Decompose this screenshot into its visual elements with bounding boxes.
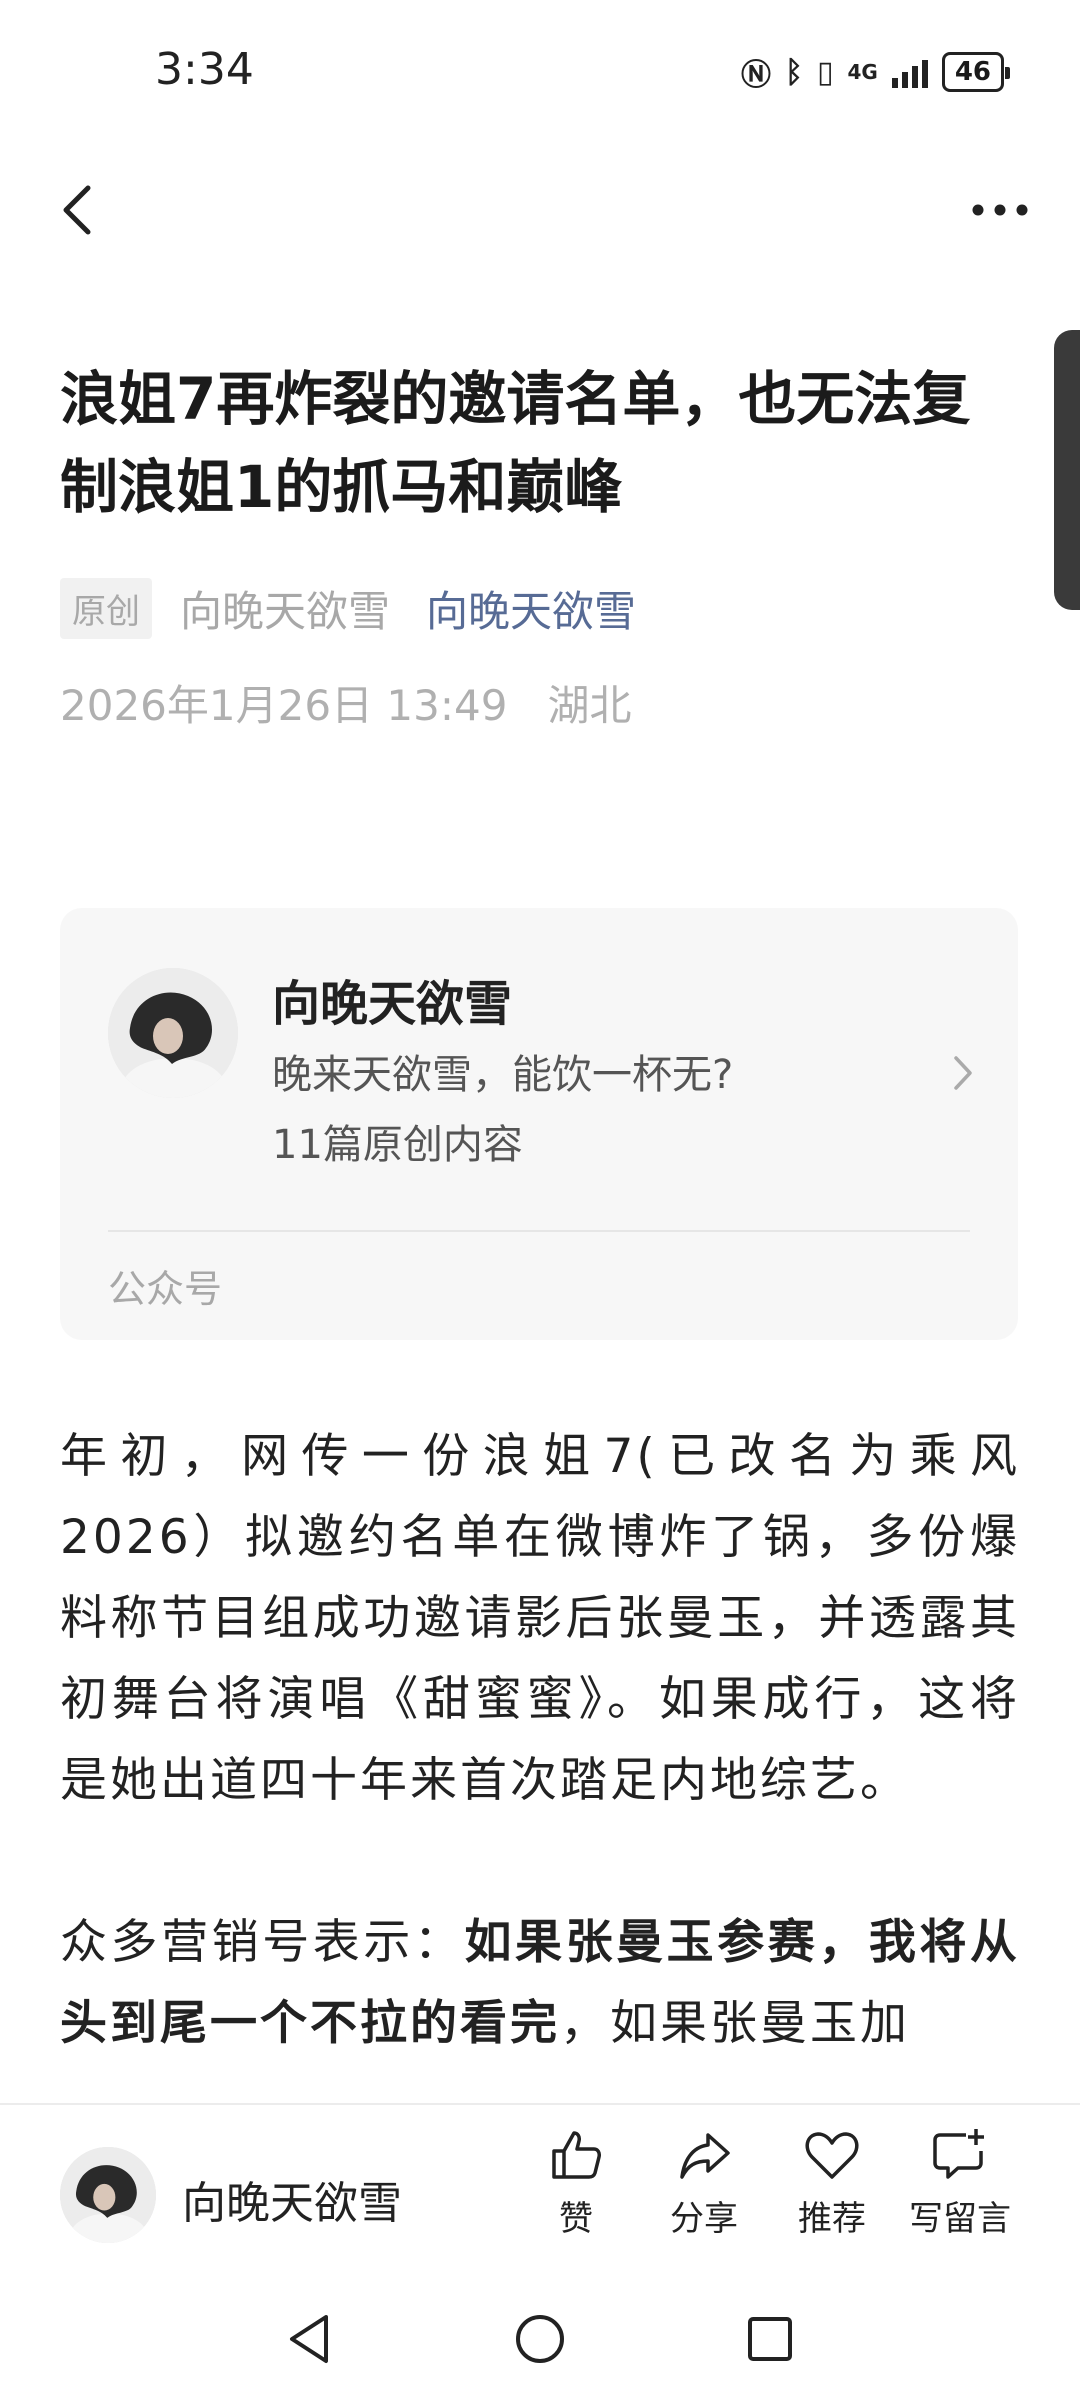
account-link[interactable]: 向晚天欲雪: [426, 578, 636, 639]
comment-button[interactable]: 写留言: [900, 2125, 1020, 2240]
author-avatar[interactable]: [60, 2147, 156, 2243]
nav-back-button[interactable]: [280, 2309, 340, 2369]
more-icon: [972, 204, 1028, 216]
network-type: 4G: [847, 60, 878, 84]
bottom-author-name[interactable]: 向晚天欲雪: [182, 2167, 402, 2231]
account-avatar: [108, 968, 238, 1098]
status-icons: Ⓝ ᛒ ▯ 4G 46: [740, 50, 1011, 94]
like-label: 赞: [559, 2199, 593, 2239]
signal-icon: [891, 56, 928, 88]
share-button[interactable]: 分享: [644, 2125, 764, 2240]
nav-back-icon: [290, 2315, 328, 2363]
nav-recents-button[interactable]: [740, 2309, 800, 2369]
article-author: 向晚天欲雪: [180, 587, 391, 636]
account-type: 公众号: [108, 1267, 223, 1311]
share-icon: [680, 2133, 730, 2179]
paragraph-prefix: 众多营销号表示：: [60, 1915, 465, 1970]
nfc-icon: Ⓝ: [740, 58, 771, 93]
account-description: 晚来天欲雪，能饮一杯无?: [272, 1052, 734, 1098]
article-title: 浪姐7再炸裂的邀请名单，也无法复制浪姐1的抓马和巅峰: [60, 365, 971, 521]
paragraph-suffix: ，如果张曼玉加: [560, 1996, 910, 2051]
system-navigation-bar: [0, 2283, 1080, 2400]
nav-recents-icon: [748, 2317, 792, 2361]
paragraph: 众多营销号表示：如果张曼玉参赛，我将从头到尾一个不拉的看完，如果张曼玉加: [60, 1902, 1020, 2064]
back-icon: [63, 185, 91, 235]
top-nav: [0, 170, 1080, 250]
like-button[interactable]: 赞: [516, 2125, 636, 2240]
article-meta: 原创 向晚天欲雪 向晚天欲雪: [60, 578, 636, 639]
account-card[interactable]: 向晚天欲雪 晚来天欲雪，能饮一杯无? 11篇原创内容 公众号: [60, 908, 1018, 1340]
status-time: 3:34: [155, 44, 254, 95]
status-bar: 3:34 Ⓝ ᛒ ▯ 4G 46: [0, 0, 1080, 150]
more-button[interactable]: [960, 185, 1040, 235]
nav-home-button[interactable]: [510, 2309, 570, 2369]
recommend-button[interactable]: 推荐: [772, 2125, 892, 2240]
publish-date: 2026年1月26日 13:49: [60, 681, 508, 730]
recommend-label: 推荐: [798, 2199, 866, 2239]
card-divider: [108, 1230, 970, 1232]
heart-icon: [805, 2132, 859, 2179]
account-article-count: 11篇原创内容: [272, 1122, 523, 1168]
battery-level: 46: [954, 57, 991, 87]
battery-icon: 46: [941, 52, 1011, 92]
bottom-action-bar: 向晚天欲雪 赞 分享 推荐 写留言: [0, 2103, 1080, 2285]
article-body: 年初，网传一份浪姐7(已改名为乘风2026）拟邀约名单在微博炸了锅，多份爆料称节…: [60, 1416, 1020, 2145]
vibrate-icon: ▯: [816, 54, 834, 90]
comment-plus-icon: [933, 2129, 984, 2179]
comment-label: 写留言: [909, 2199, 1011, 2239]
side-drawer-handle[interactable]: [1054, 330, 1080, 610]
article-date-location: 2026年1月26日 13:49 湖北: [60, 672, 632, 733]
paragraph: 年初，网传一份浪姐7(已改名为乘风2026）拟邀约名单在微博炸了锅，多份爆料称节…: [60, 1429, 1020, 1808]
publish-location: 湖北: [547, 681, 632, 730]
thumbs-up-icon: [552, 2131, 601, 2179]
nav-home-icon: [516, 2315, 564, 2363]
back-button[interactable]: [50, 180, 110, 240]
bluetooth-icon: ᛒ: [784, 54, 803, 90]
original-tag: 原创: [60, 578, 152, 639]
chevron-right-icon: [948, 1048, 978, 1098]
account-name: 向晚天欲雪: [272, 976, 513, 1032]
share-label: 分享: [670, 2199, 738, 2239]
